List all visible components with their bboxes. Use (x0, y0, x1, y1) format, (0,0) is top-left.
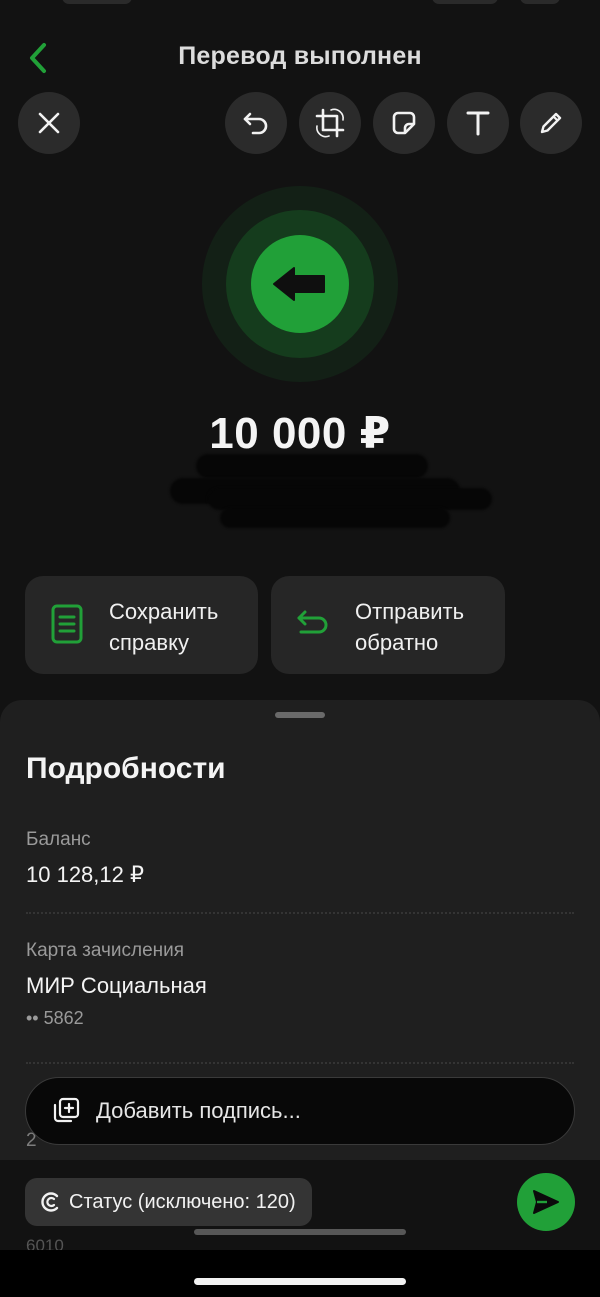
arrow-left-icon (273, 267, 325, 301)
crop-rotate-icon (315, 108, 345, 138)
add-media-icon (53, 1097, 80, 1123)
close-icon (38, 112, 60, 134)
status-battery-stub (520, 0, 560, 4)
page-title: Перевод выполнен (178, 42, 422, 70)
draw-button[interactable] (520, 92, 582, 154)
redacted-recipient (168, 448, 492, 534)
undo-icon (243, 112, 268, 135)
caption-input[interactable]: Добавить подпись... (25, 1077, 575, 1145)
add-media-icon-wrap[interactable] (48, 1093, 84, 1129)
text-icon (466, 111, 490, 136)
status-c-icon (41, 1192, 59, 1212)
caption-placeholder: Добавить подпись... (96, 1098, 301, 1123)
divider (26, 912, 574, 914)
status-icon-wrap (39, 1190, 63, 1214)
card-label: Карта зачисления (26, 940, 185, 961)
home-bar-zone (0, 1250, 600, 1297)
save-receipt-button[interactable]: Сохранить справку (25, 576, 258, 674)
sheet-grabber[interactable] (275, 712, 325, 718)
crop-rotate-button[interactable] (299, 92, 361, 154)
save-receipt-label: Сохранить справку (109, 599, 219, 655)
balance-label: Баланс (26, 829, 91, 850)
screen: Перевод выполнен 10 000 ₽ Сохранить спра… (0, 0, 600, 1297)
scroll-indicator (194, 1229, 406, 1235)
card-number: •• 5862 (26, 1008, 84, 1028)
status-signal-stub (432, 0, 498, 4)
details-title: Подробности (26, 752, 226, 785)
status-chip[interactable]: Статус (исключено: 120) (25, 1178, 312, 1226)
editor-toolbar (0, 92, 600, 154)
send-back-button[interactable]: Отправить обратно (271, 576, 505, 674)
status-time-stub (62, 0, 132, 4)
home-indicator[interactable] (194, 1278, 406, 1285)
return-arrow-icon (297, 610, 328, 634)
return-icon-wrap (293, 602, 333, 646)
header: Перевод выполнен (0, 30, 600, 86)
divider (26, 1062, 574, 1064)
undo-button[interactable] (225, 92, 287, 154)
status-bar (0, 0, 600, 14)
balance-value: 10 128,12 ₽ (26, 862, 144, 887)
send-button[interactable] (517, 1173, 575, 1231)
hero-ring-middle (226, 210, 374, 358)
document-icon-wrap (47, 602, 87, 646)
send-back-label: Отправить обратно (355, 599, 465, 655)
hero-icon-rings (202, 186, 398, 382)
pencil-icon (540, 112, 562, 134)
card-name: МИР Социальная (26, 973, 207, 998)
sticker-button[interactable] (373, 92, 435, 154)
hero-icon-circle (251, 235, 349, 333)
send-icon (533, 1190, 559, 1214)
status-chip-label: Статус (исключено: 120) (69, 1190, 296, 1213)
close-button[interactable] (18, 92, 80, 154)
sticker-icon (392, 111, 416, 135)
text-tool-button[interactable] (447, 92, 509, 154)
document-icon (51, 604, 83, 644)
